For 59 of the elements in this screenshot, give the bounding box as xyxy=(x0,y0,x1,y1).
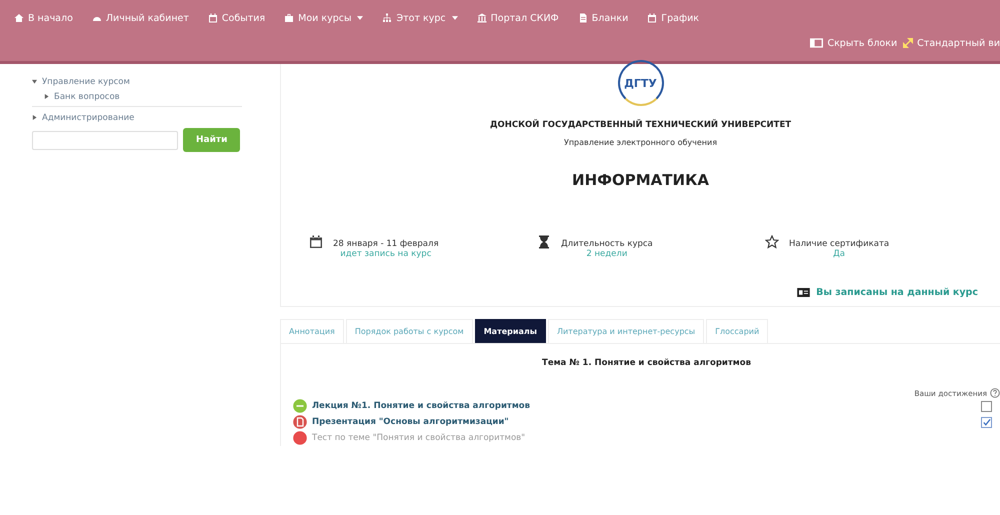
university-logo: ДГТУ xyxy=(618,60,664,106)
nav-link[interactable]: Бланки xyxy=(578,12,628,24)
home-icon xyxy=(14,13,24,23)
panel-icon xyxy=(810,38,824,48)
briefcase-icon xyxy=(284,13,294,23)
bank-icon xyxy=(476,13,487,23)
nav-link[interactable]: Стандартный ви xyxy=(903,38,1000,48)
nav-link[interactable]: В начало xyxy=(14,12,73,24)
completion-checkbox[interactable] xyxy=(981,400,992,412)
nav-link[interactable]: Этот курс xyxy=(382,12,458,24)
tree-item[interactable]: Управление курсом xyxy=(32,74,242,89)
expand-icon xyxy=(903,38,914,48)
expander-icon xyxy=(32,79,37,84)
activity-link[interactable]: Презентация "Основы алгоритмизации" xyxy=(312,417,509,427)
nav-link[interactable]: График xyxy=(647,12,699,24)
calendar-icon xyxy=(208,13,218,23)
sitemap-icon xyxy=(382,13,392,23)
nav-link[interactable]: Мои курсы xyxy=(284,12,364,24)
star-icon xyxy=(765,235,779,249)
tab[interactable]: Материалы xyxy=(474,319,546,343)
fact-label: Длительность курса xyxy=(561,239,653,249)
search-button[interactable]: Найти xyxy=(183,128,240,152)
section-title: Тема № 1. Понятие и свойства алгоритмов xyxy=(541,358,752,368)
hourglass-icon xyxy=(537,235,551,249)
course-title: ИНФОРМАТИКА xyxy=(572,171,709,189)
tree-item[interactable]: Администрирование xyxy=(32,110,242,125)
caret-icon xyxy=(357,16,364,20)
search-field[interactable] xyxy=(32,130,178,150)
fact-value: 2 недели xyxy=(586,249,628,259)
lecture-icon xyxy=(293,399,307,413)
fact-value: идет запись на курс xyxy=(340,249,432,259)
activity-link[interactable]: Лекция №1. Понятие и свойства алгоритмов xyxy=(312,401,530,411)
test-icon xyxy=(293,431,307,445)
completion-checkbox[interactable] xyxy=(981,416,992,428)
activity-link[interactable]: Тест по теме "Понятия и свойства алгоритмов" xyxy=(312,433,526,443)
tab[interactable]: Глоссарий xyxy=(706,319,768,343)
presentation-icon xyxy=(293,415,307,429)
fact-value: Да xyxy=(833,249,845,259)
file-icon xyxy=(578,13,588,23)
nav-link[interactable]: Скрыть блоки xyxy=(810,38,898,48)
id-card-icon xyxy=(797,288,810,297)
nav-link[interactable]: Портал СКИФ xyxy=(476,12,559,24)
enrollment-status: Вы записаны на данный курс xyxy=(816,287,978,298)
tab[interactable]: Аннотация xyxy=(280,319,344,343)
nav-link[interactable]: События xyxy=(208,12,266,24)
expander-icon xyxy=(44,94,49,99)
calendar-icon xyxy=(309,235,323,249)
department-name: Управление электронного обучения xyxy=(564,138,718,147)
nav-link[interactable]: Личный кабинет xyxy=(92,12,189,24)
expander-icon xyxy=(32,115,37,120)
caret-icon xyxy=(452,16,458,20)
tree-item[interactable]: Банк вопросов xyxy=(44,89,242,104)
tab[interactable]: Литература и интернет-ресурсы xyxy=(548,319,704,343)
fact-label: 28 января - 11 февраля xyxy=(333,239,439,249)
tab[interactable]: Порядок работы с курсом xyxy=(346,319,473,343)
fact-label: Наличие сертификата xyxy=(789,239,890,249)
calendar-icon xyxy=(647,13,658,23)
university-name: ДОНСКОЙ ГОСУДАРСТВЕННЫЙ ТЕХНИЧЕСКИЙ УНИВЕРСИТЕТ xyxy=(490,120,792,130)
help-icon[interactable] xyxy=(990,388,1000,398)
